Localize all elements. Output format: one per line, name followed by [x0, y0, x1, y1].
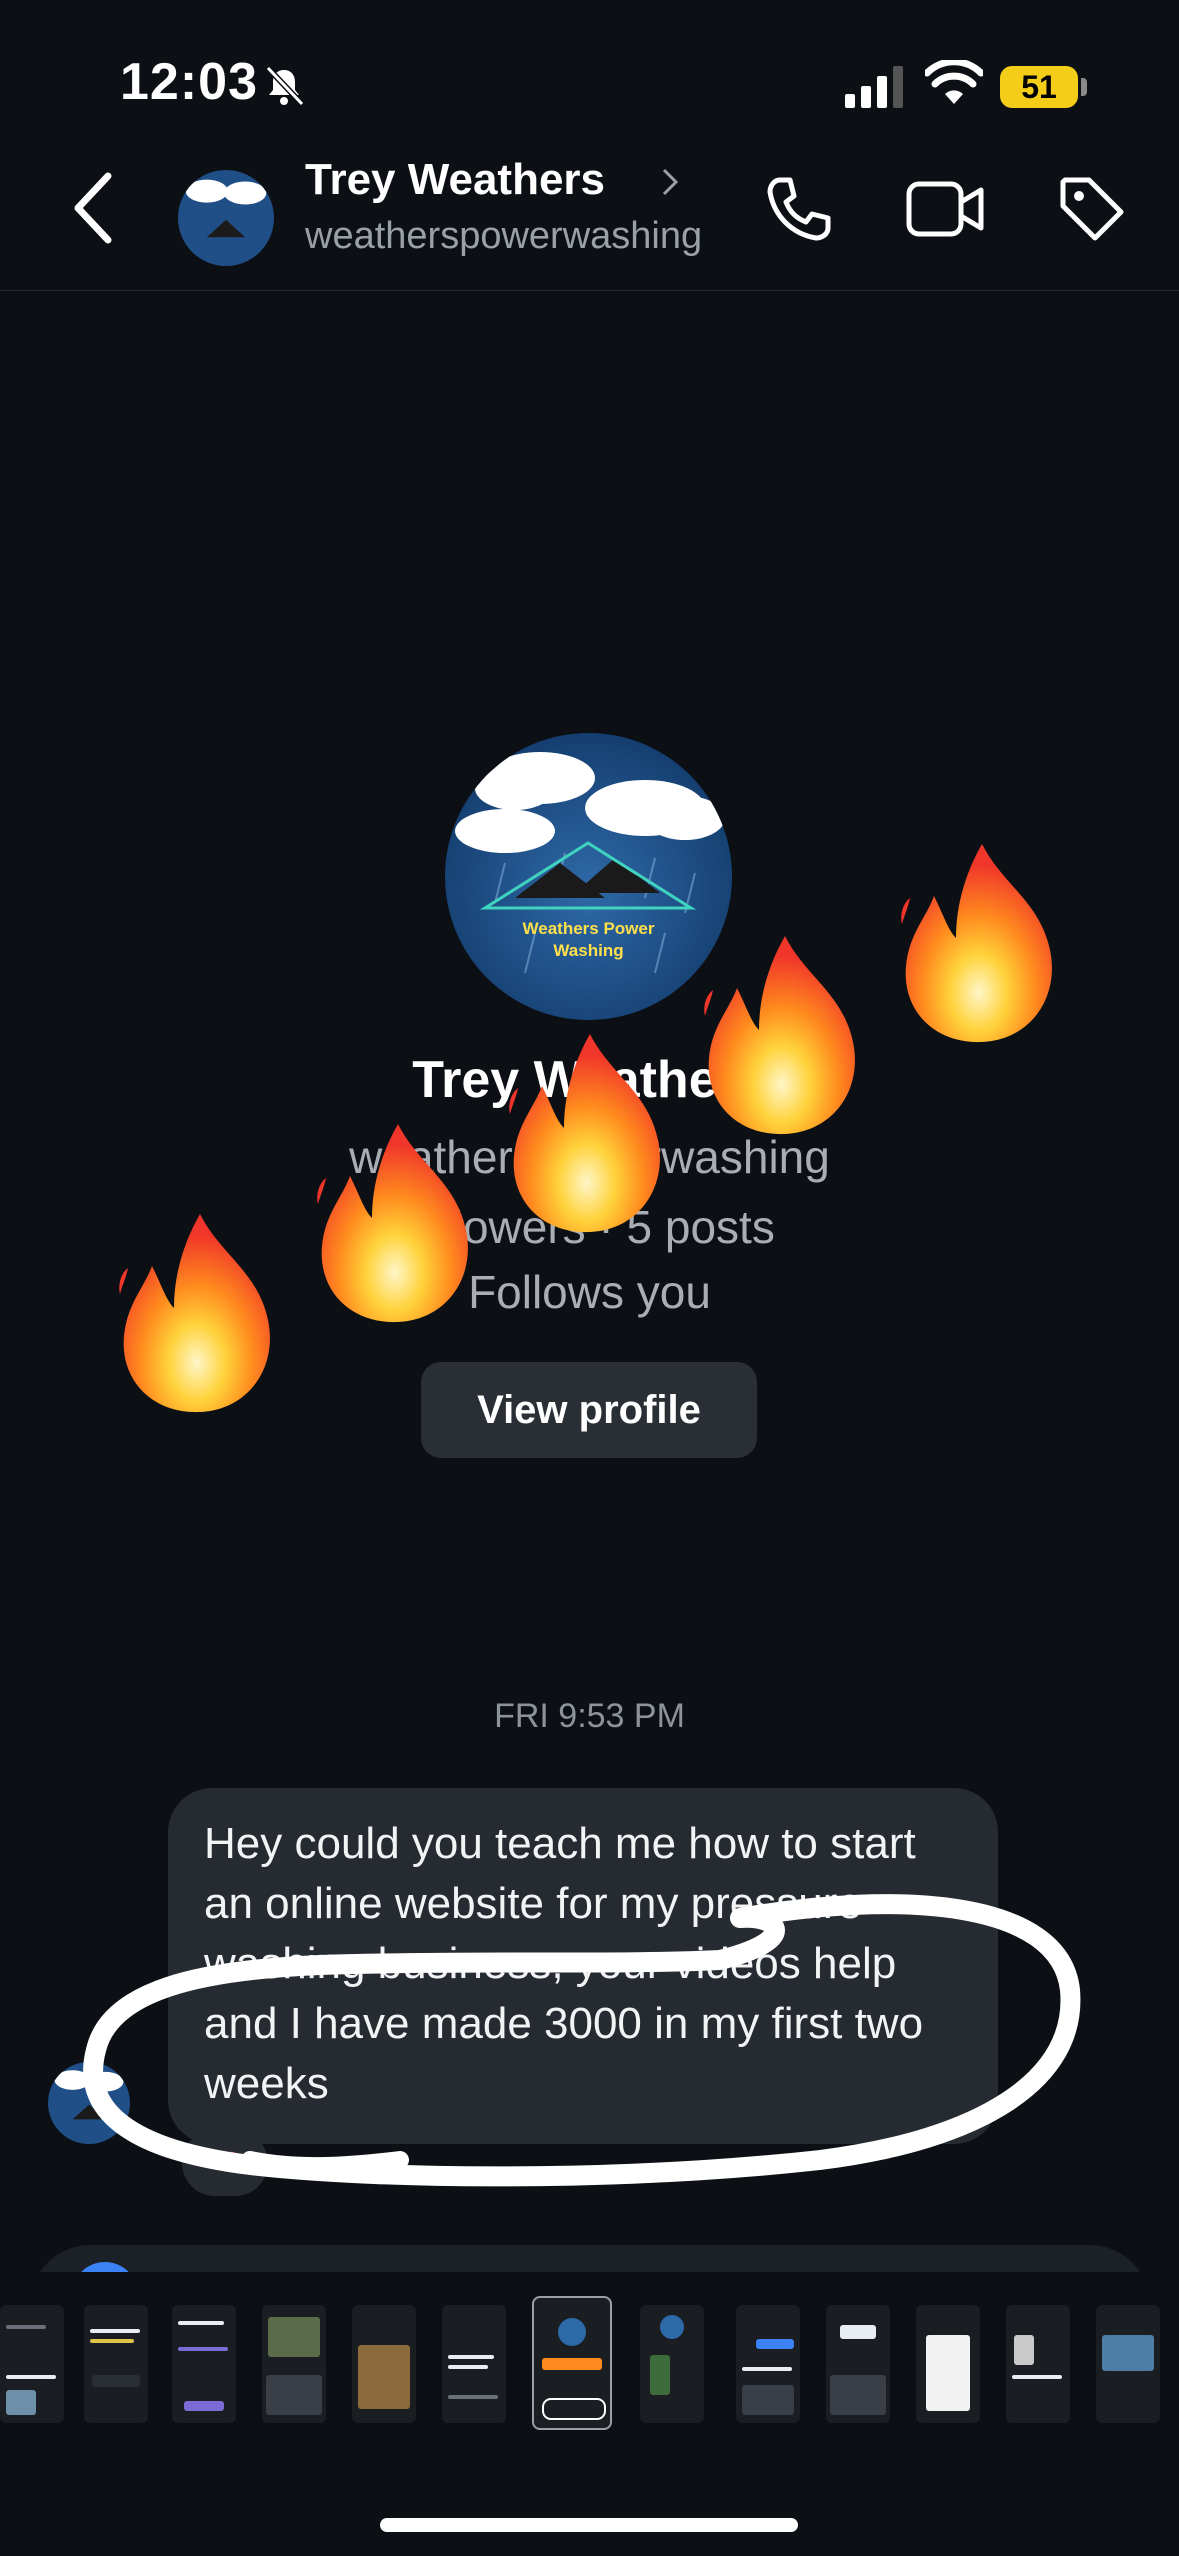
cellular-signal-icon: [845, 66, 903, 108]
sender-avatar[interactable]: [48, 2062, 130, 2144]
message-timestamp: FRI 9:53 PM: [494, 1697, 685, 1735]
video-call-icon[interactable]: [905, 178, 985, 240]
thumbnail[interactable]: [262, 2305, 326, 2423]
view-profile-button[interactable]: View profile: [421, 1362, 757, 1458]
logo-text-line2: Washing: [553, 941, 624, 960]
bell-muted-icon: [265, 65, 305, 107]
flame-sticker-icon: [108, 1208, 288, 1418]
battery-cap: [1081, 78, 1087, 96]
thumbnail[interactable]: [1006, 2305, 1070, 2423]
thumbnail[interactable]: [352, 2305, 416, 2423]
thumbnail[interactable]: [826, 2305, 890, 2423]
thumbnail[interactable]: [0, 2305, 64, 2423]
phone-icon[interactable]: [762, 172, 836, 246]
thumbnail[interactable]: [1096, 2305, 1160, 2423]
flame-sticker-icon: [890, 838, 1070, 1048]
thumbnail[interactable]: [736, 2305, 800, 2423]
header-username: weatherspowerwashing: [305, 215, 703, 257]
chevron-right-icon: [662, 168, 679, 196]
back-chevron-icon[interactable]: [68, 168, 118, 248]
flame-sticker-icon: [306, 1118, 486, 1328]
battery-indicator: 51: [1000, 66, 1078, 108]
home-indicator[interactable]: [380, 2518, 798, 2532]
thumbnail[interactable]: [640, 2305, 704, 2423]
status-time: 12:03: [120, 53, 258, 111]
header-divider: [0, 290, 1179, 291]
wifi-icon: [925, 60, 983, 104]
header-avatar[interactable]: [178, 170, 274, 266]
thumbnail[interactable]: [916, 2305, 980, 2423]
logo-text-line1: Weathers Power: [522, 919, 655, 938]
thumbnail[interactable]: [84, 2305, 148, 2423]
brand-logo-icon: [48, 2062, 130, 2144]
thumbnail[interactable]: [172, 2305, 236, 2423]
brand-logo-icon: [445, 733, 732, 1020]
brand-logo-icon: [178, 170, 274, 266]
header-contact-name[interactable]: Trey Weathers: [305, 155, 605, 205]
flame-sticker-icon: [498, 1028, 678, 1238]
flame-sticker-icon: [693, 930, 873, 1140]
message-bubble[interactable]: Hey could you teach me how to start an o…: [168, 1788, 998, 2144]
profile-avatar[interactable]: Weathers Power Washing: [445, 733, 732, 1020]
tag-icon[interactable]: [1055, 172, 1129, 246]
thumbnail[interactable]: [442, 2305, 506, 2423]
thumbnail-current[interactable]: [532, 2296, 612, 2430]
